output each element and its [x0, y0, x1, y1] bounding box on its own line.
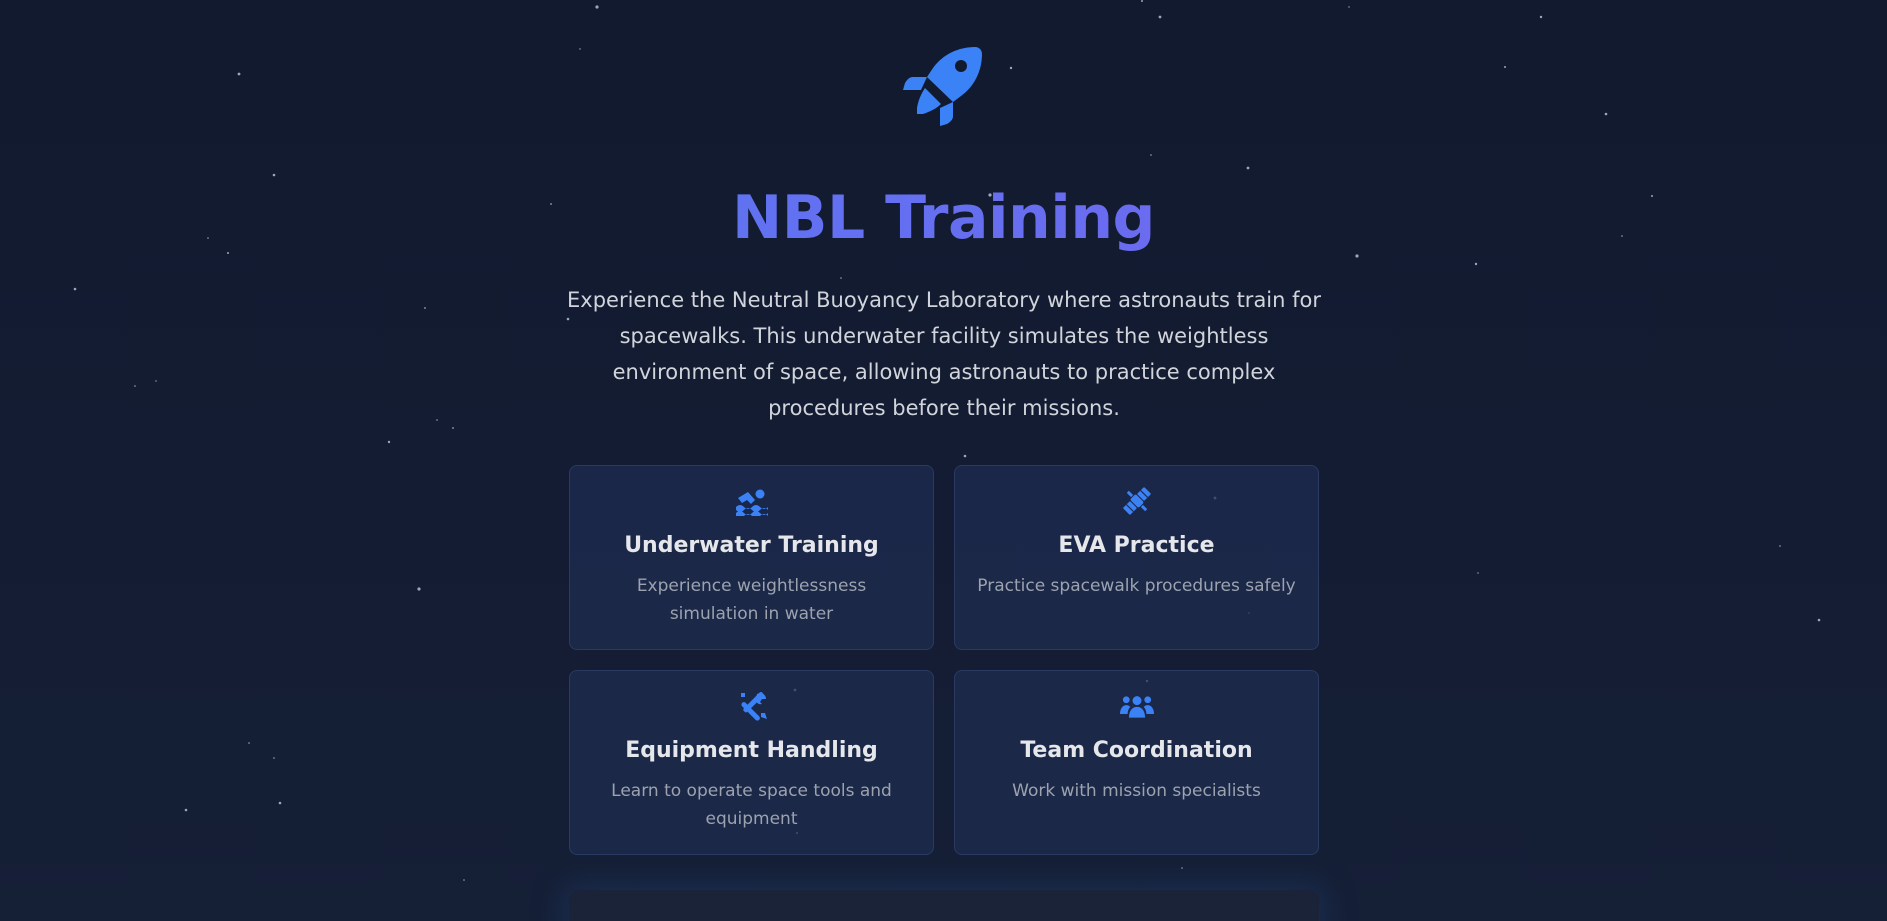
tools-icon — [740, 692, 767, 721]
feature-title: Team Coordination — [1020, 738, 1253, 763]
feature-card-team-coordination: Team Coordination Work with mission spec… — [954, 670, 1319, 855]
bottom-panel — [569, 890, 1319, 921]
rocket-icon — [903, 47, 982, 126]
feature-description: Learn to operate space tools and equipme… — [611, 781, 892, 829]
feature-card-underwater-training: Underwater Training Experience weightles… — [569, 465, 934, 650]
satellite-icon — [1122, 487, 1151, 515]
page-title: NBL Training — [0, 178, 1887, 258]
feature-description: Practice spacewalk procedures safely — [977, 576, 1296, 596]
feature-description: Experience weightlessness simulation in … — [636, 576, 867, 624]
page: NBL Training Experience the Neutral Buoy… — [0, 0, 1887, 921]
feature-title: Underwater Training — [624, 533, 879, 558]
team-icon — [1119, 696, 1154, 718]
intro-description: Experience the Neutral Buoyancy Laborato… — [567, 288, 1322, 420]
feature-description: Work with mission specialists — [1012, 781, 1261, 801]
feature-title: EVA Practice — [1058, 533, 1215, 558]
feature-title: Equipment Handling — [625, 738, 878, 763]
feature-card-eva-practice: EVA Practice Practice spacewalk procedur… — [954, 465, 1319, 650]
feature-grid: Underwater Training Experience weightles… — [569, 465, 1319, 855]
swimmer-icon — [735, 489, 768, 516]
feature-card-equipment-handling: Equipment Handling Learn to operate spac… — [569, 670, 934, 855]
